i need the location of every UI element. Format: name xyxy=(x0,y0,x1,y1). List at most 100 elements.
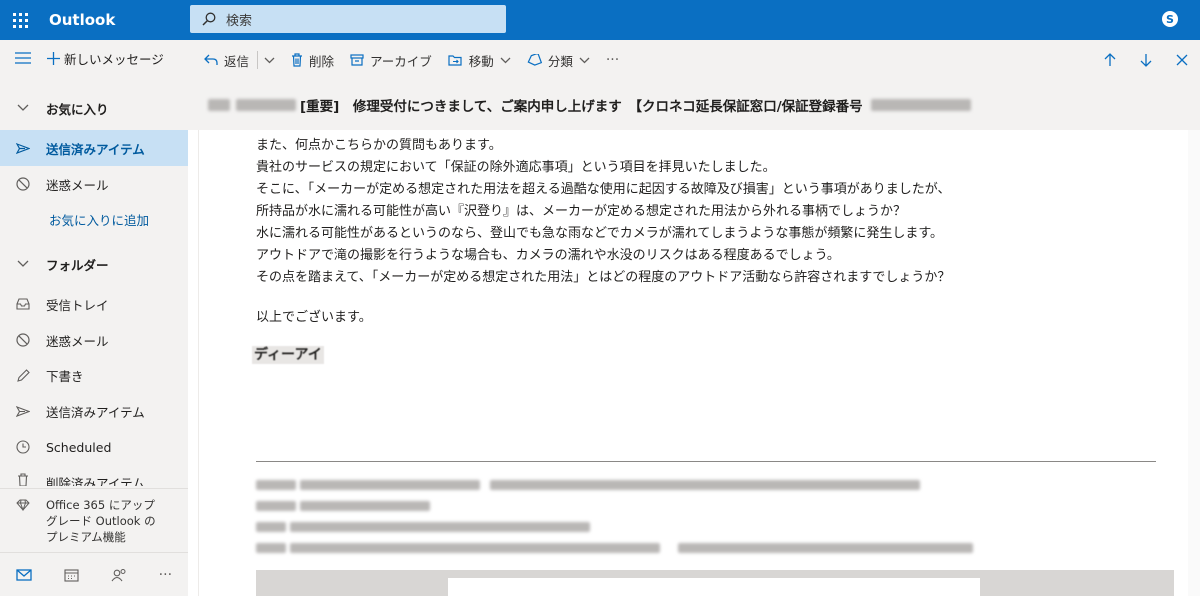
sidebar-item-deleted[interactable]: 削除済みアイテム xyxy=(0,464,188,486)
calendar-icon[interactable] xyxy=(64,568,79,582)
delete-button[interactable]: 削除 xyxy=(291,51,334,70)
inbox-icon xyxy=(0,298,46,310)
quoted-subject xyxy=(256,537,1156,558)
amazon-logo: amazon xyxy=(508,592,568,596)
favorites-label: お気に入り xyxy=(46,101,109,117)
delete-label: 削除 xyxy=(309,53,335,69)
sidebar-item-label: 送信済みアイテム xyxy=(46,141,145,157)
move-button[interactable]: 移動 xyxy=(448,51,511,70)
people-icon[interactable] xyxy=(111,568,127,582)
clock-icon xyxy=(0,440,46,454)
sidebar-item-label: 迷惑メール xyxy=(46,177,109,193)
divider xyxy=(257,51,259,69)
reply-button[interactable]: 返信 xyxy=(204,51,275,70)
favorites-header[interactable]: お気に入り xyxy=(0,90,188,126)
reply-label: 返信 xyxy=(224,53,250,69)
archive-icon xyxy=(350,54,364,66)
categorize-label: 分類 xyxy=(547,53,573,69)
signature-name: ディーアイ xyxy=(252,346,324,364)
add-favorite-link[interactable]: お気に入りに追加 xyxy=(0,201,188,237)
pencil-icon xyxy=(0,368,46,382)
sidebar-item-scheduled[interactable]: Scheduled xyxy=(0,429,188,465)
body-line: その点を踏まえて、「メーカーが定める想定された用法」とはどの程度のアウトドア活動… xyxy=(256,270,951,285)
archive-label: アーカイブ xyxy=(370,53,432,69)
sidebar-item-label: 受信トレイ xyxy=(46,297,109,313)
upgrade-banner[interactable]: Office 365 にアップグレード Outlook のプレミアム機能 xyxy=(0,488,188,546)
arrow-down-icon[interactable] xyxy=(1128,53,1164,67)
chevron-down-icon xyxy=(500,57,511,64)
sidebar-item-label: 下書き xyxy=(46,368,84,384)
divider xyxy=(256,461,1156,462)
plus-icon xyxy=(42,51,64,65)
folders-label: フォルダー xyxy=(46,257,109,273)
body-line: 水に濡れる可能性があるというのなら、登山でも急な雨などでカメラが濡れてしまうよう… xyxy=(256,226,944,241)
signature: ディーアイ xyxy=(252,344,324,364)
quoted-to xyxy=(256,516,1156,537)
upgrade-text: Office 365 にアップグレード Outlook のプレミアム機能 xyxy=(46,498,156,544)
body-line: 貴社のサービスの規定において「保証の除外適応事項」という項目を拝見いたしました。 xyxy=(256,160,776,175)
close-icon[interactable] xyxy=(1164,54,1200,66)
move-label: 移動 xyxy=(468,53,494,69)
send-icon xyxy=(0,405,46,417)
module-switcher: ··· xyxy=(0,552,188,596)
chevron-down-icon xyxy=(579,57,590,64)
app-launcher-icon[interactable] xyxy=(0,0,40,40)
message-subject: [重要] 修理受付につきまして、ご案内申し上げます 【クロネコ延長保証窓口/保証… xyxy=(300,99,863,115)
reply-icon xyxy=(204,54,218,66)
navigation-pane: 新しいメッセージ お気に入り 送信済みアイテム 迷惑メール お気に入りに追加 フ… xyxy=(0,40,188,596)
message-body: また、何点かこちらかの質問もあります。 貴社のサービスの規定において「保証の除外… xyxy=(256,135,1156,289)
send-icon xyxy=(0,142,46,154)
body-line: アウトドアで滝の撮影を行うような場合も、カメラの濡れや水没のリスクはある程度ある… xyxy=(256,248,840,263)
search-icon xyxy=(202,12,216,26)
sidebar-item-drafts[interactable]: 下書き xyxy=(0,357,188,393)
more-icon: ··· xyxy=(605,52,620,68)
trash-icon xyxy=(291,53,303,67)
embedded-card: amazon xyxy=(448,578,980,596)
sidebar-item-sent-folder[interactable]: 送信済みアイテム xyxy=(0,393,188,429)
skype-icon[interactable]: S xyxy=(1162,11,1178,27)
folder-move-icon xyxy=(448,54,463,66)
hamburger-icon[interactable] xyxy=(0,52,46,64)
archive-button[interactable]: アーカイブ xyxy=(350,51,432,70)
message-navigation xyxy=(1092,40,1200,80)
sidebar-item-label: Scheduled xyxy=(46,439,112,455)
command-bar: 返信 削除 アーカイブ 移動 分類 ··· xyxy=(188,40,1200,80)
sidebar-item-inbox[interactable]: 受信トレイ xyxy=(0,286,188,322)
body-line: 所持品が水に濡れる可能性が高い『沢登り』は、メーカーが定める想定された用法から外… xyxy=(256,204,907,219)
quoted-header xyxy=(256,474,1156,558)
folders-header[interactable]: フォルダー xyxy=(0,246,188,282)
redacted-sender xyxy=(208,99,230,111)
chevron-down-icon xyxy=(0,104,46,112)
redacted-sender xyxy=(236,99,296,111)
tag-icon xyxy=(527,54,542,66)
sidebar-item-junk-folder[interactable]: 迷惑メール xyxy=(0,322,188,358)
arrow-up-icon[interactable] xyxy=(1092,53,1128,67)
sidebar-item-label: 迷惑メール xyxy=(46,333,109,349)
body-line: また、何点かこちらかの質問もあります。 xyxy=(256,138,502,153)
sidebar-item-sent[interactable]: 送信済みアイテム xyxy=(0,130,188,166)
embedded-email-content: amazon xyxy=(256,570,1174,596)
top-bar: Outlook 検索 S xyxy=(0,0,1200,40)
sidebar-item-label: 削除済みアイテム xyxy=(46,476,145,486)
chevron-down-icon xyxy=(0,260,46,268)
chevron-down-icon[interactable] xyxy=(264,57,275,64)
more-apps-icon[interactable]: ··· xyxy=(159,567,172,583)
search-box[interactable]: 検索 xyxy=(190,5,506,33)
sidebar-item-label: 送信済みアイテム xyxy=(46,404,145,420)
subject-bar: [重要] 修理受付につきまして、ご案内申し上げます 【クロネコ延長保証窓口/保証… xyxy=(188,80,1200,130)
mail-icon[interactable] xyxy=(16,568,32,581)
junk-icon xyxy=(0,177,46,191)
junk-icon xyxy=(0,333,46,347)
diamond-icon xyxy=(0,497,46,546)
search-input[interactable]: 検索 xyxy=(226,10,252,29)
categorize-button[interactable]: 分類 xyxy=(527,51,590,70)
sidebar-item-junk[interactable]: 迷惑メール xyxy=(0,166,188,202)
scrollbar[interactable] xyxy=(1188,130,1200,596)
trash-icon xyxy=(0,473,46,486)
app-brand[interactable]: Outlook xyxy=(49,11,189,29)
quoted-from xyxy=(256,474,1156,495)
quoted-sent xyxy=(256,495,1156,516)
more-actions-button[interactable]: ··· xyxy=(606,52,619,68)
reading-pane: また、何点かこちらかの質問もあります。 貴社のサービスの規定において「保証の除外… xyxy=(198,130,1200,596)
new-message-button[interactable]: 新しいメッセージ xyxy=(0,40,188,76)
